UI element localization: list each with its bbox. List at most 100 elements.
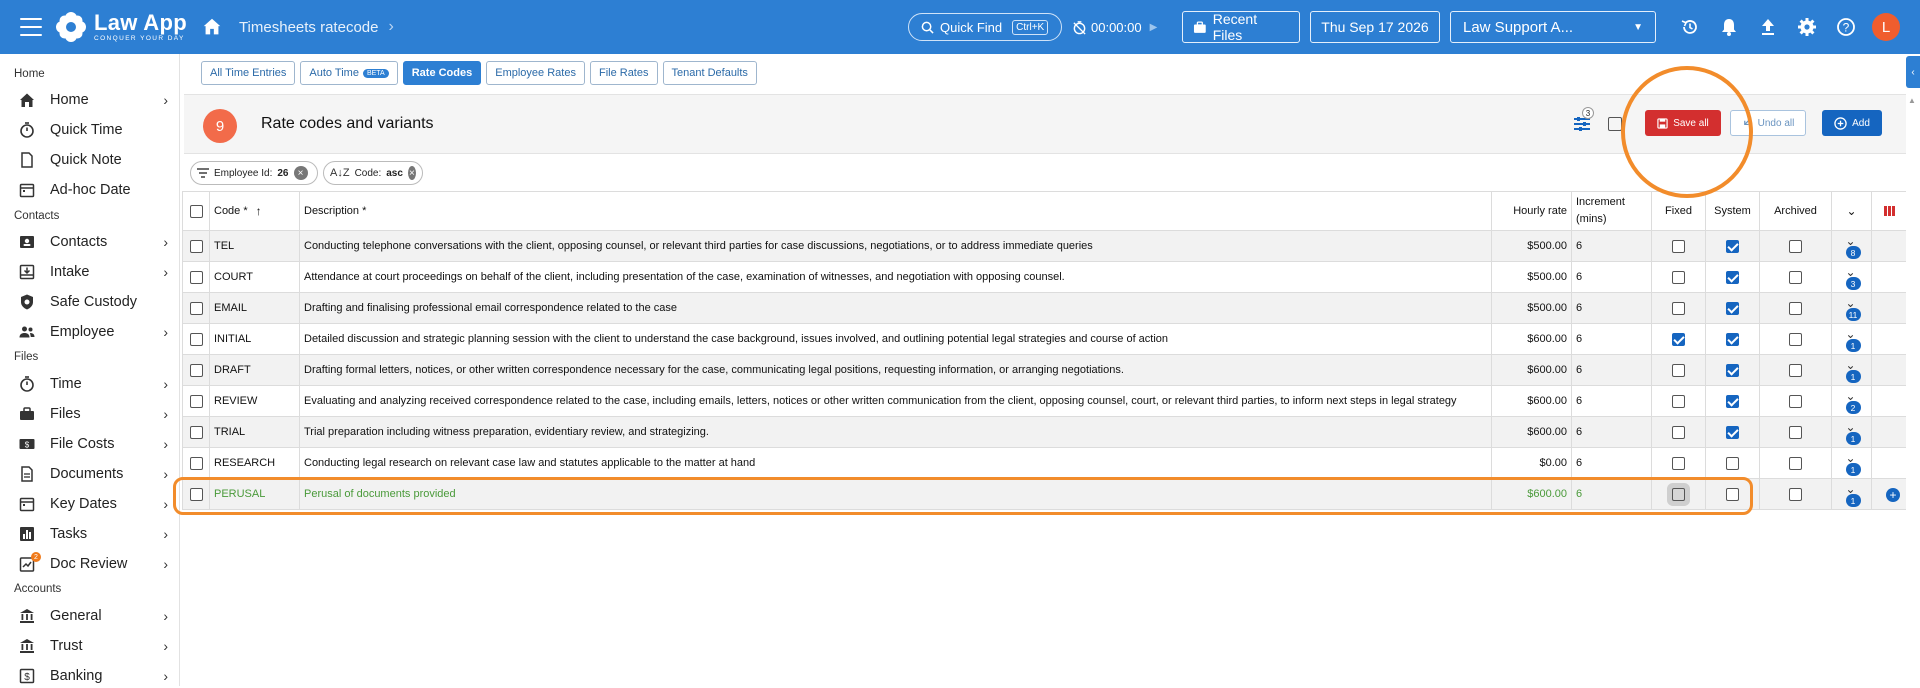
sidebar-item-general[interactable]: General › [18,604,168,628]
avatar[interactable]: L [1872,13,1900,41]
code-cell[interactable]: DRAFT [210,355,300,385]
table-row[interactable]: COURT Attendance at court proceedings on … [182,262,1906,293]
home-icon[interactable] [201,16,223,38]
expand-row-toggle[interactable]: ⌄ 1 [1842,326,1862,352]
fixed-checkbox[interactable] [1672,332,1685,346]
hourly-rate-cell[interactable]: $600.00 [1492,417,1572,447]
system-checkbox[interactable] [1726,425,1739,439]
menu-collapse-icon[interactable] [20,18,42,36]
sidebar-item-quick-time[interactable]: Quick Time [18,118,168,142]
hourly-rate-cell[interactable]: $600.00 [1492,479,1572,509]
sidebar-item-files[interactable]: Files › [18,402,168,426]
code-cell[interactable]: INITIAL [210,324,300,354]
row-select-checkbox[interactable] [189,301,203,315]
description-cell[interactable]: Attendance at court proceedings on behal… [300,262,1492,292]
timer[interactable]: 00:00:00 ▶ [1072,20,1172,35]
code-cell[interactable]: RESEARCH [210,448,300,478]
tab-employee-rates[interactable]: Employee Rates [486,61,585,85]
fixed-checkbox[interactable] [1672,487,1685,501]
system-checkbox[interactable] [1726,487,1739,501]
undo-all-button[interactable]: Undo all [1730,110,1806,136]
description-cell[interactable]: Conducting telephone conversations with … [300,231,1492,261]
header-system[interactable]: System [1706,192,1760,230]
table-row[interactable]: RESEARCH Conducting legal research on rel… [182,448,1906,479]
row-select-checkbox[interactable] [189,487,203,501]
hourly-rate-cell[interactable]: $600.00 [1492,355,1572,385]
table-row[interactable]: TEL Conducting telephone conversations wi… [182,231,1906,262]
collapse-right-panel-icon[interactable]: ‹ [1906,56,1920,88]
code-cell[interactable]: REVIEW [210,386,300,416]
sidebar-item-doc-review[interactable]: 2 Doc Review › [18,552,168,576]
sidebar-item-quick-note[interactable]: Quick Note [18,148,168,172]
increment-cell[interactable]: 6 [1572,448,1652,478]
filter-chip-code-sort[interactable]: A↓Z Code: asc × [323,161,423,185]
table-row[interactable]: REVIEW Evaluating and analyzing received … [182,386,1906,417]
upload-icon[interactable] [1756,15,1780,39]
app-logo[interactable]: Law App CONQUER YOUR DAY [54,10,187,44]
sidebar-item-employee[interactable]: Employee › [18,320,168,344]
header-hourly-rate[interactable]: Hourly rate [1492,192,1572,230]
fixed-checkbox[interactable] [1672,363,1685,377]
archived-checkbox[interactable] [1789,425,1802,439]
fixed-checkbox[interactable] [1672,239,1685,253]
save-all-button[interactable]: Save all [1645,110,1721,136]
increment-cell[interactable]: 6 [1572,355,1652,385]
table-row[interactable]: PERUSAL Perusal of documents provided $600… [182,479,1906,510]
expand-row-toggle[interactable]: ⌄ 11 [1842,295,1862,321]
select-all-checkbox[interactable] [189,204,203,218]
sidebar-item-tasks[interactable]: Tasks › [18,522,168,546]
date-button[interactable]: Thu Sep 17 2026 [1310,11,1440,43]
row-select-checkbox[interactable] [189,270,203,284]
fixed-checkbox[interactable] [1672,270,1685,284]
fixed-checkbox[interactable] [1672,301,1685,315]
scroll-up-arrow-icon[interactable]: ▲ [1908,96,1916,105]
sidebar-item-adhoc-date[interactable]: Ad-hoc Date [18,178,168,202]
expand-row-toggle[interactable]: ⌄ 1 [1842,450,1862,476]
history-icon[interactable] [1678,15,1702,39]
system-checkbox[interactable] [1726,270,1739,284]
sidebar-item-banking[interactable]: $ Banking › [18,664,168,688]
column-chooser-icon[interactable] [1883,206,1895,216]
breadcrumb-current[interactable]: Timesheets ratecode [239,19,379,36]
header-increment[interactable]: Increment (mins) [1572,192,1652,230]
code-cell[interactable]: PERUSAL [210,479,300,509]
system-checkbox[interactable] [1726,394,1739,408]
code-cell[interactable]: TRIAL [210,417,300,447]
archived-checkbox[interactable] [1789,394,1802,408]
archived-checkbox[interactable] [1789,332,1802,346]
sidebar-item-safe-custody[interactable]: Safe Custody [18,290,168,314]
sidebar-item-home[interactable]: Home › [18,88,168,112]
system-checkbox[interactable] [1726,239,1739,253]
system-checkbox[interactable] [1726,332,1739,346]
table-row[interactable]: DRAFT Drafting formal letters, notices, o… [182,355,1906,386]
expand-row-toggle[interactable]: ⌄ 1 [1842,419,1862,445]
tenant-select[interactable]: Law Support A... ▼ [1450,11,1656,43]
gear-icon[interactable] [1795,15,1819,39]
fixed-checkbox[interactable] [1672,425,1685,439]
system-checkbox[interactable] [1726,363,1739,377]
sidebar-item-documents[interactable]: Documents › [18,462,168,486]
table-row[interactable]: INITIAL Detailed discussion and strategic… [182,324,1906,355]
table-row[interactable]: EMAIL Drafting and finalising professiona… [182,293,1906,324]
chip-remove-icon[interactable]: × [407,166,416,180]
fixed-checkbox[interactable] [1672,394,1685,408]
tab-auto-time[interactable]: Auto Time BETA [300,61,398,85]
hourly-rate-cell[interactable]: $500.00 [1492,262,1572,292]
increment-cell[interactable]: 6 [1572,324,1652,354]
help-icon[interactable]: ? [1834,15,1858,39]
header-code[interactable]: Code * ↑ [210,192,300,230]
sidebar-item-trust[interactable]: Trust › [18,634,168,658]
add-button[interactable]: Add [1822,110,1882,136]
chip-remove-icon[interactable]: × [293,166,308,180]
description-cell[interactable]: Trial preparation including witness prep… [300,417,1492,447]
filter-chip-employee[interactable]: Employee Id: 26 × [190,161,318,185]
sidebar-item-intake[interactable]: Intake › [18,260,168,284]
header-archived[interactable]: Archived [1760,192,1832,230]
description-cell[interactable]: Evaluating and analyzing received corres… [300,386,1492,416]
increment-cell[interactable]: 6 [1572,479,1652,509]
tab-file-rates[interactable]: File Rates [589,61,658,85]
expand-row-toggle[interactable]: ⌄ 3 [1842,264,1862,290]
system-checkbox[interactable] [1726,301,1739,315]
tab-all-time-entries[interactable]: All Time Entries [201,61,296,85]
sidebar-item-time[interactable]: Time › [18,372,168,396]
